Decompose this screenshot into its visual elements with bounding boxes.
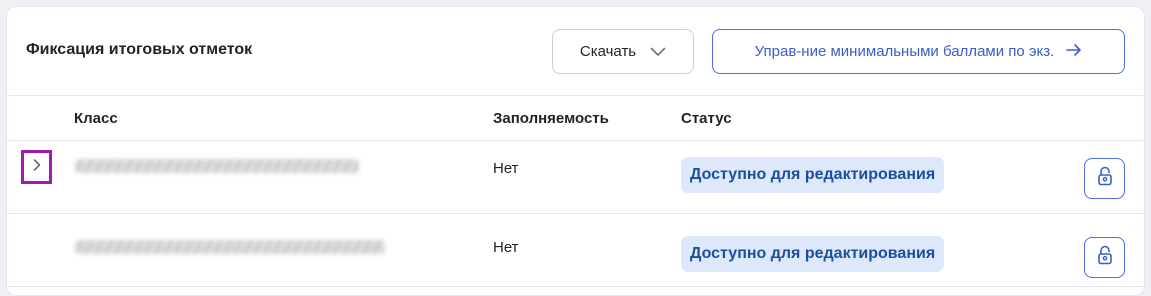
arrow-right-icon: [1066, 43, 1082, 61]
fill-value: Нет: [493, 239, 519, 256]
panel-header: Фиксация итоговых отметок Скачать Управ-…: [7, 7, 1144, 96]
status-badge: Доступно для редактирования: [681, 236, 945, 272]
table-row[interactable]: Нет Доступно для редактирования: [7, 141, 1144, 214]
class-name-redacted: [75, 159, 359, 173]
download-label: Скачать: [579, 43, 637, 60]
table-row[interactable]: Нет Доступно для редактирования: [7, 214, 1144, 287]
unlock-button[interactable]: [1084, 158, 1125, 199]
expand-row-button[interactable]: [21, 150, 52, 184]
manage-min-scores-label: Управ-ние минимальными баллами по экз.: [754, 43, 1055, 60]
chevron-down-icon: [650, 47, 666, 57]
class-name-redacted: [75, 240, 385, 254]
chevron-right-icon: [33, 158, 41, 176]
table-header: Класс Заполняемость Статус: [7, 96, 1144, 141]
column-header-class: Класс: [74, 110, 118, 127]
download-button[interactable]: Скачать: [552, 29, 694, 74]
final-grades-panel: Фиксация итоговых отметок Скачать Управ-…: [6, 6, 1145, 296]
column-header-status: Статус: [681, 110, 732, 127]
unlock-icon: [1097, 166, 1113, 191]
manage-min-scores-button[interactable]: Управ-ние минимальными баллами по экз.: [712, 29, 1125, 74]
fill-value: Нет: [493, 160, 519, 177]
unlock-button[interactable]: [1084, 237, 1125, 278]
panel-title: Фиксация итоговых отметок: [26, 41, 253, 58]
unlock-icon: [1097, 245, 1113, 270]
status-badge: Доступно для редактирования: [681, 157, 945, 193]
column-header-fill: Заполняемость: [493, 110, 609, 127]
